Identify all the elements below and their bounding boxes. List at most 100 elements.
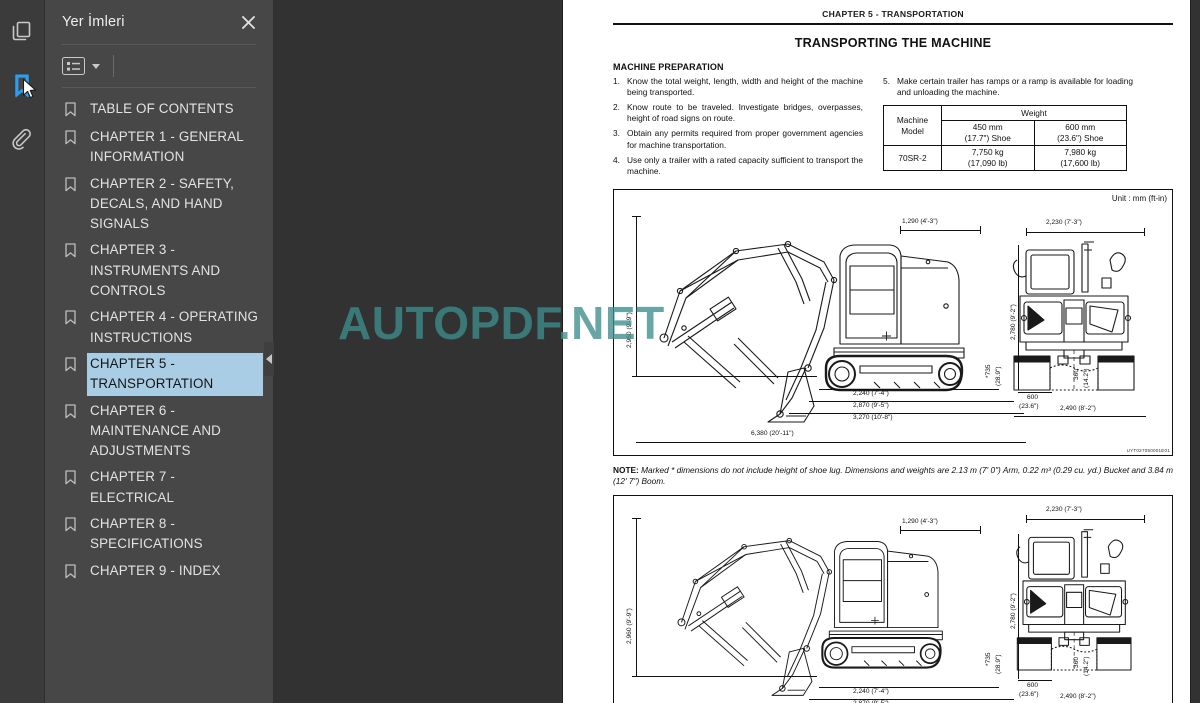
panel-toolbar bbox=[45, 45, 273, 87]
document-viewer[interactable]: CHAPTER 5 - TRANSPORTATION TRANSPORTING … bbox=[273, 0, 1200, 703]
collapse-sidebar-icon[interactable] bbox=[264, 342, 274, 376]
close-icon[interactable] bbox=[237, 11, 259, 33]
dim-rear-height-1: 2,780 (9'-2") bbox=[1010, 303, 1017, 340]
unit-label: Unit : mm (ft-in) bbox=[1111, 193, 1167, 203]
bookmark-icon bbox=[65, 560, 87, 584]
chevron-down-icon[interactable] bbox=[92, 63, 100, 69]
dimline-sw-2 bbox=[1018, 680, 1052, 682]
step-item: 4. Use only a trailer with a rated capaci… bbox=[613, 155, 863, 178]
bookmark-item[interactable]: TABLE OF CONTENTS bbox=[45, 96, 273, 124]
pdf-page: CHAPTER 5 - TRANSPORTATION TRANSPORTING … bbox=[563, 0, 1190, 703]
dim-track-overall-2: 2,490 (8'-2") bbox=[1060, 693, 1096, 701]
attachments-icon[interactable] bbox=[3, 120, 41, 160]
tick-height-top-2 bbox=[632, 518, 641, 520]
mouse-cursor bbox=[22, 78, 37, 99]
td-weight-450-lb: (17,090 lb) bbox=[967, 157, 1008, 168]
step-item: 3. Obtain any permits required from prope… bbox=[613, 128, 863, 151]
step-text: Obtain any permits required from proper … bbox=[627, 128, 863, 150]
bookmark-item[interactable]: CHAPTER 8 - SPECIFICATIONS bbox=[45, 511, 273, 558]
tick-ts-r-2 bbox=[980, 526, 981, 535]
list-options-icon[interactable] bbox=[62, 57, 85, 75]
step-item: 2. Know route to be traveled. Investigate… bbox=[613, 102, 863, 125]
dim-track-overall-1: 2,490 (8'-2") bbox=[1060, 404, 1096, 412]
step-number: 4. bbox=[613, 154, 620, 165]
tick-height-top-1 bbox=[632, 215, 641, 217]
toolbar-divider bbox=[113, 55, 114, 77]
bookmark-item[interactable]: CHAPTER 5 - TRANSPORTATION bbox=[45, 351, 273, 398]
bookmark-icon bbox=[65, 239, 87, 263]
bookmark-label: CHAPTER 8 - SPECIFICATIONS bbox=[90, 516, 203, 552]
bookmark-list: TABLE OF CONTENTS CHAPTER 1 - GENERAL INF… bbox=[45, 88, 273, 698]
dim-track-mid-1: 2,870 (9'-5") bbox=[853, 401, 889, 409]
dim-shoe-small-1: *735 bbox=[985, 364, 992, 378]
bookmark-item[interactable]: CHAPTER 6 - MAINTENANCE AND ADJUSTMENTS bbox=[45, 398, 273, 465]
bookmark-item[interactable]: CHAPTER 4 - OPERATING INSTRUCTIONS bbox=[45, 304, 273, 351]
dim-height-side-1: 2,960 (9'-9") bbox=[626, 311, 633, 348]
dim-shoe-width-in-1: (23.6") bbox=[1019, 402, 1039, 410]
th-shoe-450-line2: (17.7") Shoe bbox=[964, 132, 1011, 143]
bookmark-icon bbox=[65, 173, 87, 197]
step-item: 1. Know the total weight, length, width a… bbox=[613, 76, 863, 99]
dim-overall-length-1: 6,380 (20'-11") bbox=[751, 429, 794, 437]
dimline-to-1 bbox=[789, 412, 1024, 414]
step-item: 5. Make certain trailer has ramps or a ra… bbox=[883, 76, 1133, 99]
dim-ground-clear-1: 360 bbox=[1073, 368, 1080, 380]
dim-track-outer-1: 3,270 (10'-8") bbox=[853, 413, 893, 421]
sidebar-icon-rail bbox=[0, 0, 45, 703]
bookmark-icon bbox=[65, 306, 87, 330]
figure-note: NOTE: Marked * dimensions do not include… bbox=[613, 465, 1173, 487]
tick-ts-l-1 bbox=[900, 225, 901, 234]
dim-ground-clear-2: 360 bbox=[1073, 657, 1080, 669]
step-text: Use only a trailer with a rated capacity… bbox=[627, 154, 863, 176]
step-text: Know route to be traveled. Investigate b… bbox=[627, 101, 863, 124]
th-shoe-450-line1: 450 mm bbox=[972, 122, 1003, 133]
dimline-rw-2 bbox=[1026, 519, 1144, 521]
bookmark-item[interactable]: CHAPTER 3 - INSTRUMENTS AND CONTROLS bbox=[45, 237, 273, 304]
tick-height-bot-1 bbox=[632, 375, 817, 377]
dim-rear-height-2: 2,780 (9'-2") bbox=[1010, 593, 1017, 630]
bookmark-label: CHAPTER 1 - GENERAL INFORMATION bbox=[90, 129, 244, 165]
dimline-ti-2 bbox=[819, 687, 999, 689]
bookmark-item[interactable]: CHAPTER 1 - GENERAL INFORMATION bbox=[45, 124, 273, 171]
column-left: 1. Know the total weight, length, width a… bbox=[613, 76, 863, 181]
tick-rw-l-2 bbox=[1026, 515, 1027, 524]
bookmark-icon bbox=[65, 353, 87, 377]
step-number: 1. bbox=[613, 75, 620, 86]
dimline-top-small-1 bbox=[900, 229, 980, 231]
dimline-tov-1 bbox=[1014, 415, 1146, 417]
td-weight-600-lb: (17,600 lb) bbox=[1060, 157, 1101, 168]
dimline-tm-1 bbox=[809, 400, 1014, 402]
triangle-left-icon bbox=[266, 354, 272, 364]
th-shoe-450: 450 mm (17.7") Shoe bbox=[941, 119, 1035, 146]
td-weight-450: 7,750 kg (17,090 lb) bbox=[941, 144, 1035, 171]
dimline-sw-1 bbox=[1018, 391, 1052, 393]
bookmark-item[interactable]: CHAPTER 9 - INDEX bbox=[45, 558, 273, 586]
dimline-top-small-2 bbox=[900, 530, 980, 532]
note-label: NOTE: bbox=[613, 464, 639, 475]
step-text: Make certain trailer has ramps or a ramp… bbox=[897, 75, 1133, 97]
dim-ground-clear-in-1: (14.2") bbox=[1083, 368, 1090, 388]
page-thumbnails-icon[interactable] bbox=[3, 12, 41, 52]
dim-shoe-width-2: 600 bbox=[1027, 682, 1039, 690]
bookmark-icon bbox=[65, 466, 87, 490]
tick-rw-r-1 bbox=[1144, 227, 1145, 236]
dimline-ti-1 bbox=[819, 388, 999, 390]
bookmark-icon bbox=[65, 126, 87, 150]
header-rule bbox=[613, 23, 1173, 25]
dim-top-small-2: 1,290 (4'-3") bbox=[902, 518, 938, 526]
bookmark-label: TABLE OF CONTENTS bbox=[90, 101, 234, 116]
steps-list-left: 1. Know the total weight, length, width a… bbox=[613, 76, 863, 178]
bookmark-icon bbox=[65, 400, 87, 424]
dim-track-inner-2: 2,240 (7'-4") bbox=[853, 688, 889, 696]
dimline-rw-1 bbox=[1026, 231, 1144, 233]
bookmark-item[interactable]: CHAPTER 7 - ELECTRICAL bbox=[45, 464, 273, 511]
bookmark-item[interactable]: CHAPTER 2 - SAFETY, DECALS, AND HAND SIG… bbox=[45, 171, 273, 238]
tick-rw-r-2 bbox=[1144, 515, 1145, 524]
td-weight-450-kg: 7,750 kg bbox=[971, 147, 1004, 158]
dimline-ol-1 bbox=[636, 441, 1026, 443]
bookmarks-icon[interactable] bbox=[3, 66, 41, 106]
bookmark-label: CHAPTER 3 - INSTRUMENTS AND CONTROLS bbox=[90, 242, 221, 299]
step-text: Know the total weight, length, width and… bbox=[627, 75, 863, 97]
th-shoe-600: 600 mm (23.6") Shoe bbox=[1033, 119, 1127, 146]
pdf-reader-window: Yer İmleri TABLE OF CONTENTS CHAPTER 1 -… bbox=[0, 0, 1200, 703]
